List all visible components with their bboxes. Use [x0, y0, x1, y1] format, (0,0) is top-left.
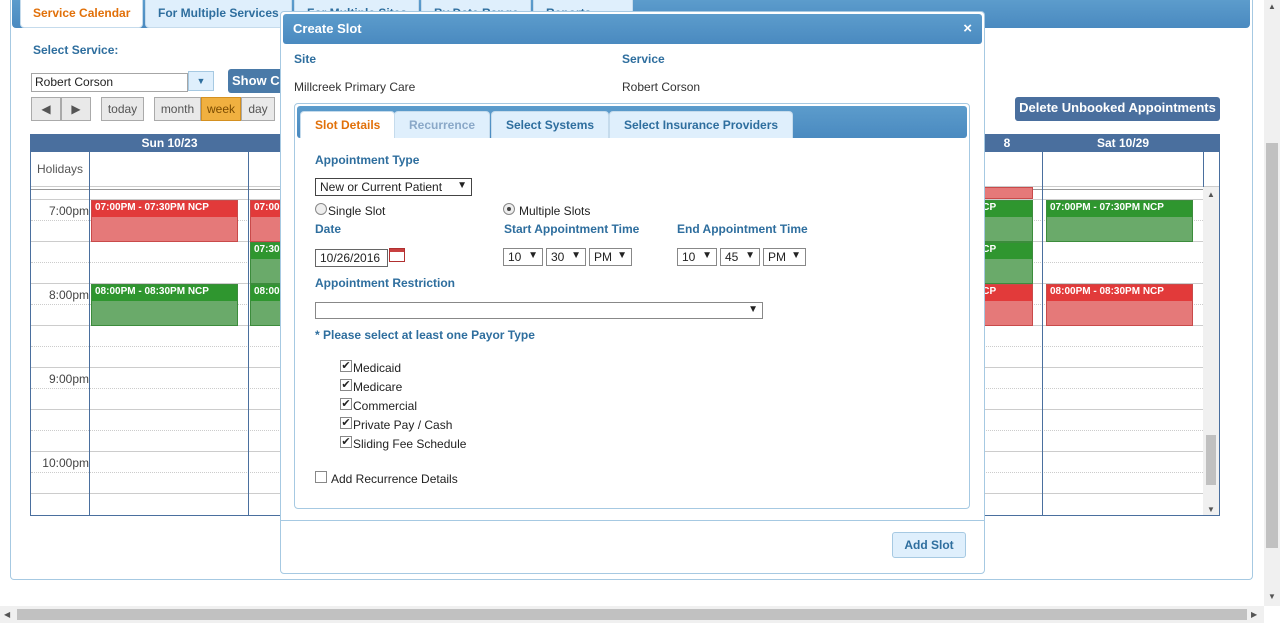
end-ampm-select[interactable]: PM ▼ [763, 248, 806, 266]
chevron-down-icon: ▼ [748, 304, 758, 315]
date-input[interactable]: 10/26/2016 [315, 249, 388, 267]
end-minute-value: 45 [725, 250, 739, 264]
tab-select-systems[interactable]: Select Systems [491, 111, 610, 138]
appointment-type-value: New or Current Patient [320, 180, 443, 194]
chevron-down-icon: ▼ [457, 180, 467, 191]
dialog-title-bar: Create Slot × [283, 14, 982, 44]
tab-select-insurance[interactable]: Select Insurance Providers [609, 111, 794, 138]
scrollbar-thumb[interactable] [1266, 143, 1278, 548]
scroll-right-icon[interactable]: ▶ [1251, 610, 1257, 619]
payor-label: Medicaid [353, 361, 402, 375]
service-label: Service [622, 52, 665, 66]
private-pay-checkbox[interactable]: ✔ [340, 417, 352, 429]
scroll-left-icon[interactable]: ◀ [4, 610, 10, 619]
end-hour-value: 10 [682, 250, 696, 264]
medicaid-checkbox[interactable]: ✔ [340, 360, 352, 372]
start-ampm-select[interactable]: PM ▼ [589, 248, 632, 266]
appointment-type-select[interactable]: New or Current Patient ▼ [315, 178, 472, 196]
dialog-divider [281, 520, 984, 521]
chevron-down-icon: ▼ [702, 250, 712, 261]
start-ampm-value: PM [594, 250, 612, 264]
service-value: Robert Corson [622, 80, 701, 94]
payor-label: Commercial [353, 399, 418, 413]
start-minute-value: 30 [551, 250, 565, 264]
chevron-down-icon: ▼ [745, 250, 755, 261]
tab-slot-details[interactable]: Slot Details [300, 111, 396, 138]
slot-tabs-panel: Slot Details Recurrence Select Systems S… [294, 103, 970, 509]
chevron-down-icon: ▼ [791, 250, 801, 261]
sliding-fee-checkbox[interactable]: ✔ [340, 436, 352, 448]
page-vertical-scrollbar[interactable]: ▲ ▼ [1264, 0, 1280, 606]
medicare-checkbox[interactable]: ✔ [340, 379, 352, 391]
chevron-down-icon: ▼ [617, 250, 627, 261]
calendar-icon[interactable] [389, 248, 405, 262]
restriction-select[interactable]: ▼ [315, 302, 763, 319]
add-recurrence-checkbox[interactable] [315, 471, 327, 483]
payor-label: Medicare [353, 380, 403, 394]
single-slot-label: Single Slot [328, 204, 386, 218]
dialog-tab-bar: Slot Details Recurrence Select Systems S… [297, 106, 967, 138]
single-slot-radio[interactable] [315, 203, 327, 215]
start-time-label: Start Appointment Time [504, 222, 640, 236]
scroll-up-icon[interactable]: ▲ [1268, 2, 1276, 11]
scroll-down-icon[interactable]: ▼ [1268, 592, 1276, 601]
add-slot-button[interactable]: Add Slot [892, 532, 966, 558]
add-recurrence-label: Add Recurrence Details [331, 472, 458, 486]
start-hour-value: 10 [508, 250, 522, 264]
payor-label: Private Pay / Cash [353, 418, 453, 432]
start-minute-select[interactable]: 30 ▼ [546, 248, 586, 266]
site-value: Millcreek Primary Care [294, 80, 416, 94]
end-ampm-value: PM [768, 250, 786, 264]
payor-note: * Please select at least one Payor Type [315, 328, 535, 342]
page-horizontal-scrollbar[interactable]: ◀ ▶ [0, 606, 1264, 623]
create-slot-dialog: Create Slot × Site Millcreek Primary Car… [280, 11, 985, 574]
multiple-slots-radio[interactable] [503, 203, 515, 215]
end-minute-select[interactable]: 45 ▼ [720, 248, 760, 266]
end-hour-select[interactable]: 10 ▼ [677, 248, 717, 266]
dialog-title: Create Slot [293, 21, 362, 36]
date-label: Date [315, 222, 342, 236]
site-label: Site [294, 52, 317, 66]
commercial-checkbox[interactable]: ✔ [340, 398, 352, 410]
chevron-down-icon: ▼ [571, 250, 581, 261]
restriction-label: Appointment Restriction [315, 276, 455, 290]
tab-recurrence[interactable]: Recurrence [394, 111, 491, 138]
appointment-type-label: Appointment Type [315, 153, 420, 167]
multiple-slots-label: Multiple Slots [519, 204, 591, 218]
end-time-label: End Appointment Time [677, 222, 808, 236]
chevron-down-icon: ▼ [528, 250, 538, 261]
close-icon[interactable]: × [963, 20, 972, 37]
start-hour-select[interactable]: 10 ▼ [503, 248, 543, 266]
scrollbar-thumb[interactable] [17, 609, 1247, 620]
payor-label: Sliding Fee Schedule [353, 437, 467, 451]
